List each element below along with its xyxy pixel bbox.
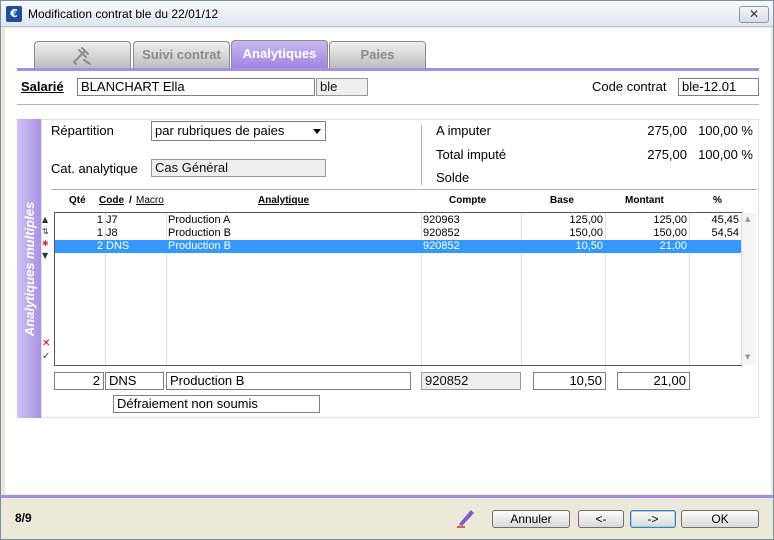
cell-base: 10,50 <box>575 240 603 252</box>
previous-button[interactable]: <- <box>578 510 624 528</box>
col-header-macro[interactable]: Macro <box>136 195 164 206</box>
salarie-name-field[interactable]: BLANCHART Ella <box>77 78 315 96</box>
cell-base: 125,00 <box>569 214 603 226</box>
edit-compte-field: 920852 <box>421 372 521 390</box>
move-top-icon[interactable]: ▲ <box>42 216 48 224</box>
cancel-button[interactable]: Annuler <box>492 510 570 528</box>
edit-base-field[interactable]: 10,50 <box>533 372 606 390</box>
cell-montant: 125,00 <box>653 214 687 226</box>
description-field[interactable]: Défraiement non soumis <box>113 395 320 413</box>
table-row-selected[interactable]: 2 DNS Production B 920852 10,50 21,00 <box>55 240 741 253</box>
wrench-icon <box>72 47 91 65</box>
main-content: Suivi contrat Analytiques Paies Salarié … <box>5 28 771 494</box>
title-bar: € Modification contrat ble du 22/01/12 ✕ <box>1 1 773 27</box>
divider <box>51 189 757 190</box>
tab-analytiques[interactable]: Analytiques <box>231 40 328 69</box>
scroll-up-icon[interactable]: ▲ <box>745 215 750 223</box>
cell-code: J7 <box>106 214 118 226</box>
close-button[interactable]: ✕ <box>739 6 769 23</box>
pager-label: 8/9 <box>15 511 32 525</box>
window-title: Modification contrat ble du 22/01/12 <box>28 7 219 21</box>
cell-code: J8 <box>106 227 118 239</box>
analytics-table: 1 J7 Production A 920963 125,00 125,00 4… <box>54 212 742 366</box>
code-contrat-field[interactable]: ble-12.01 <box>678 78 759 96</box>
move-up-icon[interactable]: ⇅ <box>42 228 49 236</box>
cell-qte: 1 <box>96 214 103 226</box>
a-imputer-label: A imputer <box>436 123 491 138</box>
cell-montant: 21,00 <box>659 240 687 252</box>
cell-compte: 920852 <box>423 240 460 252</box>
col-header-slash: / <box>129 195 132 206</box>
cell-montant: 150,00 <box>653 227 687 239</box>
tab-tools[interactable] <box>34 41 131 68</box>
code-contrat-label: Code contrat <box>592 79 667 94</box>
next-button[interactable]: -> <box>630 510 676 528</box>
cell-pct: 45,45 <box>711 214 739 226</box>
cell-compte: 920852 <box>423 227 460 239</box>
repartition-select[interactable]: par rubriques de paies <box>151 121 326 141</box>
total-impute-label: Total imputé <box>436 147 507 162</box>
col-header-base[interactable]: Base <box>550 195 574 206</box>
scroll-down-icon[interactable]: ▼ <box>745 353 750 361</box>
cell-code: DNS <box>106 240 130 252</box>
cell-compte: 920963 <box>423 214 460 226</box>
cell-qte: 1 <box>96 227 103 239</box>
tab-paies[interactable]: Paies <box>329 41 426 68</box>
app-icon: € <box>6 6 22 22</box>
total-impute-amount: 275,00 <box>647 147 687 162</box>
total-impute-percent: 100,00 % <box>698 147 753 162</box>
col-header-code[interactable]: Code <box>99 195 124 206</box>
cat-analytique-label: Cat. analytique <box>51 161 138 176</box>
delete-row-icon[interactable]: ✕ <box>42 339 50 349</box>
col-header-montant[interactable]: Montant <box>625 195 664 206</box>
validate-row-icon[interactable]: ✓ <box>42 352 50 362</box>
edit-qte-field[interactable]: 2 <box>54 372 104 390</box>
tab-suivi-contrat[interactable]: Suivi contrat <box>133 41 230 68</box>
col-header-analytique[interactable]: Analytique <box>258 195 309 206</box>
edit-analytique-field[interactable]: Production B <box>166 372 411 390</box>
tab-underline <box>17 68 759 71</box>
salarie-code-field: ble <box>316 78 368 96</box>
solde-label: Solde <box>436 170 470 185</box>
edit-code-field[interactable]: DNS <box>105 372 164 390</box>
window: € Modification contrat ble du 22/01/12 ✕… <box>0 0 774 540</box>
sidebar-label: Analytiques multiples <box>22 201 37 337</box>
cell-analytique: Production B <box>168 227 231 239</box>
divider <box>17 104 759 105</box>
cell-pct: 54,54 <box>711 227 739 239</box>
cell-analytique: Production A <box>168 214 231 226</box>
cat-analytique-field: Cas Général <box>151 159 326 177</box>
col-header-qte[interactable]: Qté <box>69 195 86 206</box>
move-down-icon[interactable]: ▼ <box>42 252 48 260</box>
table-row[interactable]: 1 J7 Production A 920963 125,00 125,00 4… <box>55 214 741 227</box>
a-imputer-percent: 100,00 % <box>698 123 753 138</box>
sidebar-analytiques-multiples: Analytiques multiples <box>17 119 41 418</box>
edit-montant-field[interactable]: 21,00 <box>617 372 690 390</box>
salarie-label[interactable]: Salarié <box>21 79 64 94</box>
repartition-label: Répartition <box>51 123 114 138</box>
footer-divider <box>1 495 773 498</box>
cell-pct <box>690 240 739 253</box>
col-header-pct[interactable]: % <box>713 195 722 206</box>
cell-qte: 2 <box>96 240 103 252</box>
a-imputer-amount: 275,00 <box>647 123 687 138</box>
chevron-down-icon <box>313 129 321 134</box>
mark-icon[interactable]: ✱ <box>42 240 49 248</box>
col-header-compte[interactable]: Compte <box>449 195 486 206</box>
table-scrollbar[interactable]: ▲ ▼ <box>741 213 756 365</box>
repartition-value: par rubriques de paies <box>155 123 285 138</box>
pencil-icon[interactable] <box>455 506 477 528</box>
cell-base: 150,00 <box>569 227 603 239</box>
ok-button[interactable]: OK <box>681 510 759 528</box>
separator <box>421 125 422 185</box>
table-row[interactable]: 1 J8 Production B 920852 150,00 150,00 5… <box>55 227 741 240</box>
cell-analytique: Production B <box>168 240 231 252</box>
